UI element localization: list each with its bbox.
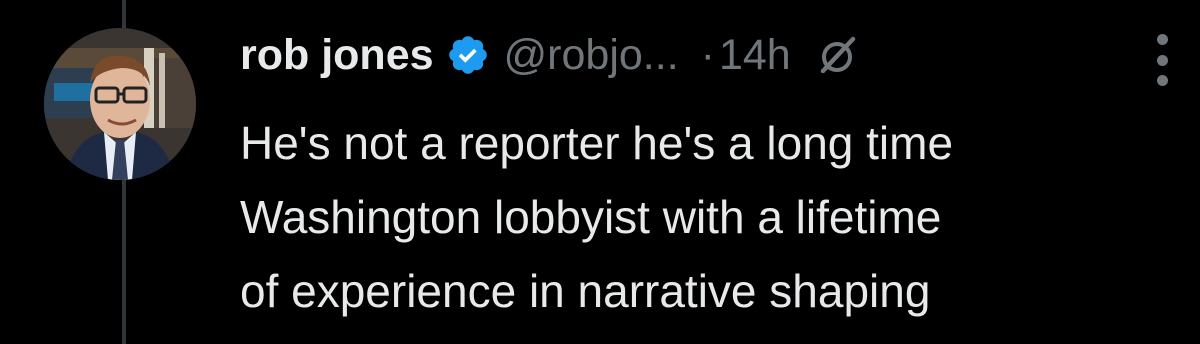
tweet-text-line: Washington lobbyist with a lifetime (240, 191, 942, 243)
header-separator: · (700, 30, 715, 79)
tweet-timestamp[interactable]: 14h (719, 31, 791, 80)
tweet-text: He's not a reporter he's a long time Was… (240, 106, 1160, 328)
tweet[interactable]: rob jones @robjo... · 14h He's not a rep… (240, 20, 1170, 328)
more-options-icon[interactable] (1152, 34, 1172, 86)
verified-badge-icon[interactable] (446, 33, 490, 77)
grok-icon[interactable] (815, 33, 859, 77)
tweet-text-line: of experience in narrative shaping (240, 265, 931, 317)
tweet-text-line: He's not a reporter he's a long time (240, 117, 954, 169)
avatar-photo (44, 28, 196, 180)
author-display-name[interactable]: rob jones (240, 31, 434, 80)
tweet-header: rob jones @robjo... · 14h (240, 20, 1170, 90)
avatar[interactable] (44, 28, 196, 180)
author-handle[interactable]: @robjo... (504, 31, 679, 80)
